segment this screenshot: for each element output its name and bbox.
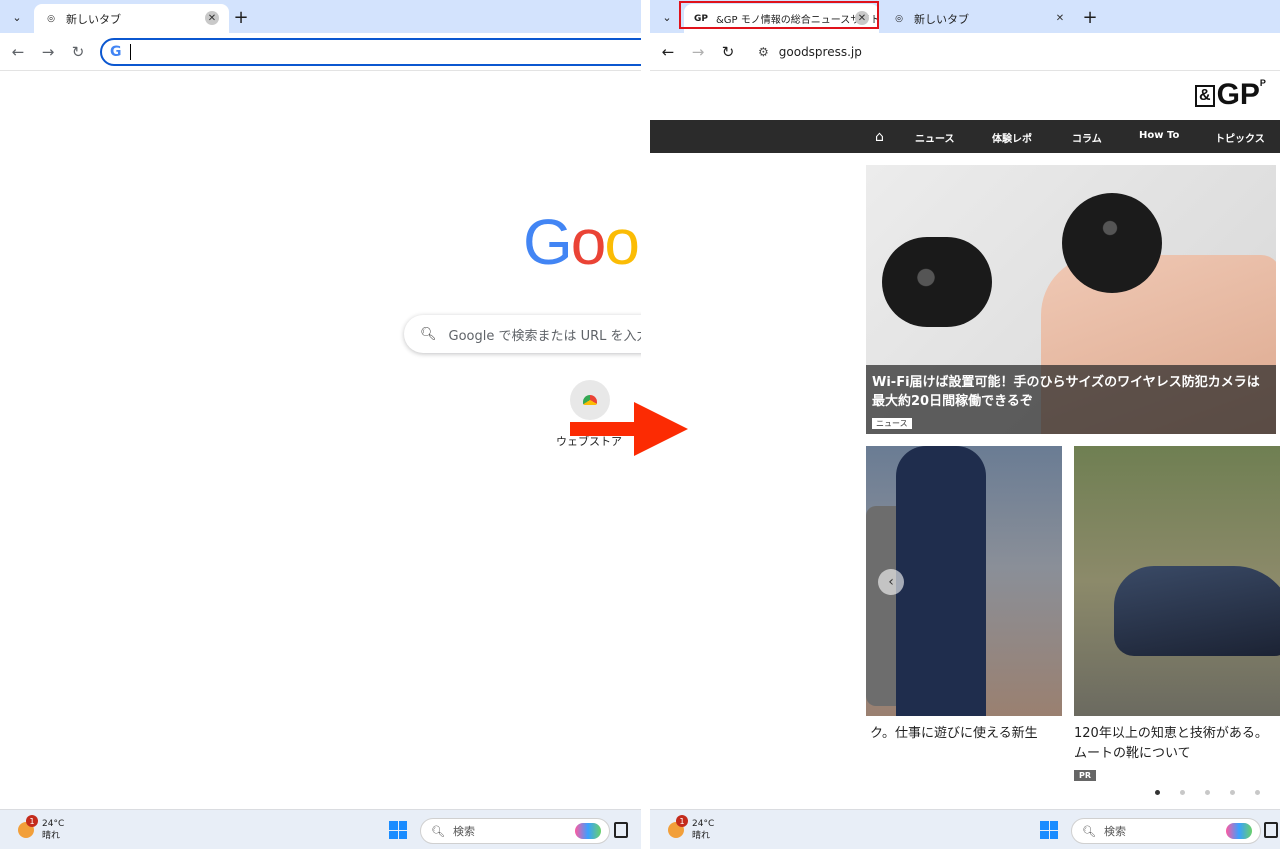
- slider-dot[interactable]: [1255, 790, 1260, 795]
- camera-image: [1062, 193, 1162, 293]
- weather-text: 晴れ: [42, 831, 61, 841]
- arrow-right-icon: [570, 402, 688, 456]
- reload-icon[interactable]: ↻: [718, 42, 738, 62]
- hero-title[interactable]: Wi-Fi届けば設置可能！手のひらサイズのワイヤレス防犯カメラは最大約20日間稼…: [872, 373, 1270, 411]
- text-caret: [129, 44, 131, 60]
- taskbar-search[interactable]: 🔍︎ 検索: [420, 818, 610, 844]
- tab-strip: ⌄ ◎ 新しいタブ ✕ +: [0, 0, 641, 33]
- nav-topics[interactable]: トピックス: [1215, 130, 1265, 145]
- tab-search-icon[interactable]: ⌄: [656, 6, 678, 28]
- logo-letter: o: [570, 206, 607, 278]
- slider-dot[interactable]: [1230, 790, 1235, 795]
- url-text: goodspress.jp: [778, 45, 862, 59]
- card-title[interactable]: 120年以上の知恵と技術がある。: [1074, 724, 1268, 744]
- google-logo: Goo: [523, 205, 640, 279]
- tab-strip: ⌄ GP &GP モノ情報の総合ニュースサイト ✕ ◎ 新しいタブ ✕ +: [650, 0, 1280, 33]
- tab-title: 新しいタブ: [66, 12, 121, 26]
- notification-badge: 1: [676, 815, 688, 827]
- google-search-box[interactable]: 🔍︎ Google で検索または URL を入力: [404, 315, 641, 353]
- tab-title: 新しいタブ: [914, 12, 969, 26]
- temperature: 24°C: [692, 819, 715, 829]
- windows-start-icon[interactable]: [389, 821, 407, 839]
- search-highlight-icon: [575, 823, 601, 839]
- logo-letter: G: [523, 206, 573, 278]
- tab-new-tab[interactable]: ◎ 新しいタブ ✕: [882, 4, 1077, 33]
- chrome-icon: ◎: [47, 13, 55, 24]
- search-icon: 🔍︎: [420, 326, 437, 342]
- weather-text: 晴れ: [692, 831, 711, 841]
- back-icon[interactable]: ←: [658, 42, 678, 62]
- omnibox[interactable]: ⚙︎ goodspress.jp: [750, 38, 1270, 66]
- nav-news[interactable]: ニュース: [915, 130, 955, 145]
- weather-widget[interactable]: 24°C 晴れ: [692, 818, 714, 842]
- highlight-box: [679, 1, 879, 29]
- nav-review[interactable]: 体験レポ: [992, 130, 1032, 145]
- taskbar-search-label: 検索: [1103, 825, 1126, 838]
- back-icon[interactable]: ←: [8, 42, 28, 62]
- site-info-icon[interactable]: ⚙︎: [758, 45, 769, 59]
- taskbar: 1 24°C 晴れ 🔍︎ 検索: [650, 809, 1280, 849]
- person-image: [896, 446, 986, 716]
- category-tag[interactable]: ニュース: [872, 418, 912, 429]
- nav-howto[interactable]: How To: [1139, 130, 1179, 141]
- tab-search-icon[interactable]: ⌄: [6, 6, 28, 28]
- forward-icon[interactable]: →: [38, 42, 58, 62]
- tab-new-tab[interactable]: ◎ 新しいタブ ✕: [34, 4, 229, 33]
- logo-letter: o: [604, 206, 640, 278]
- reload-icon[interactable]: ↻: [68, 42, 88, 62]
- toolbar: ← → ↻ G: [0, 33, 641, 71]
- home-icon[interactable]: ⌂: [875, 129, 884, 145]
- google-icon: G: [110, 44, 122, 60]
- site-logo[interactable]: & GPP: [1195, 78, 1266, 112]
- taskbar: 1 24°C 晴れ 🔍︎ 検索: [0, 809, 641, 849]
- logo-text: GP: [1216, 78, 1260, 111]
- omnibox[interactable]: G: [100, 38, 641, 66]
- task-view-icon[interactable]: [614, 822, 628, 838]
- search-icon: 🔍︎: [1082, 824, 1096, 838]
- card-title[interactable]: ムートの靴について: [1074, 744, 1191, 764]
- windows-start-icon[interactable]: [1040, 821, 1058, 839]
- weather-widget[interactable]: 24°C 晴れ: [42, 818, 64, 842]
- site-nav: ⌂ ニュース 体験レポ コラム How To トピックス: [650, 120, 1280, 153]
- chrome-icon: ◎: [895, 13, 903, 24]
- camera-image: [882, 237, 992, 327]
- task-view-icon[interactable]: [1264, 822, 1278, 838]
- pr-tag: PR: [1074, 770, 1097, 781]
- hero-article[interactable]: Wi-Fi届けば設置可能！手のひらサイズのワイヤレス防犯カメラは最大約20日間稼…: [866, 165, 1276, 434]
- forward-icon[interactable]: →: [688, 42, 708, 62]
- search-icon: 🔍︎: [431, 824, 445, 838]
- chevron-left-icon[interactable]: ‹: [878, 569, 904, 595]
- taskbar-search-label: 検索: [452, 825, 475, 838]
- close-icon[interactable]: ✕: [205, 11, 219, 25]
- slider-dot[interactable]: [1180, 790, 1185, 795]
- search-placeholder: Google で検索または URL を入力: [448, 328, 641, 344]
- slider-dot[interactable]: [1155, 790, 1160, 795]
- new-tab-button[interactable]: +: [230, 6, 252, 28]
- right-browser-window: ⌄ GP &GP モノ情報の総合ニュースサイト ✕ ◎ 新しいタブ ✕ + ← …: [650, 0, 1280, 849]
- new-tab-button[interactable]: +: [1079, 6, 1101, 28]
- toolbar: ← → ↻ ⚙︎ goodspress.jp: [650, 33, 1280, 71]
- logo-amp: &: [1195, 85, 1215, 108]
- shoe-image: [1114, 566, 1280, 656]
- hero-caption: Wi-Fi届けば設置可能！手のひらサイズのワイヤレス防犯カメラは最大約20日間稼…: [866, 365, 1276, 434]
- search-highlight-icon: [1226, 823, 1252, 839]
- site-header: & GPP: [650, 71, 1280, 121]
- nav-column[interactable]: コラム: [1072, 130, 1102, 145]
- left-browser-window: ⌄ ◎ 新しいタブ ✕ + ← → ↻ G Goo 🔍︎ Google で検索ま…: [0, 0, 641, 849]
- temperature: 24°C: [42, 819, 65, 829]
- taskbar-search[interactable]: 🔍︎ 検索: [1071, 818, 1261, 844]
- card-title[interactable]: ク。仕事に遊びに使える新生: [870, 724, 1038, 744]
- notification-badge: 1: [26, 815, 38, 827]
- article-card[interactable]: [1074, 446, 1280, 716]
- logo-small-text: P: [1259, 78, 1266, 88]
- slider-dot[interactable]: [1205, 790, 1210, 795]
- close-icon[interactable]: ✕: [1053, 11, 1067, 25]
